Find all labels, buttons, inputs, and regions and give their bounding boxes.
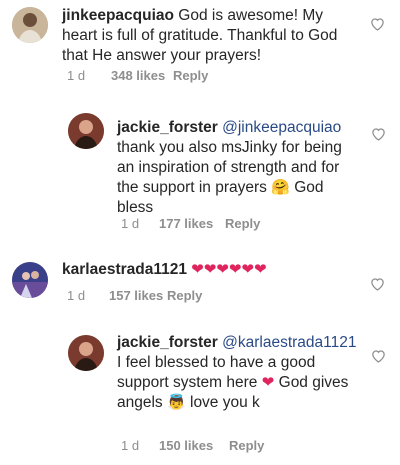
comment-item: jackie_forster @karlaestrada1121 I feel … [0,325,400,465]
likes-count[interactable]: 150 likes [159,438,229,453]
avatar-woman-icon[interactable] [12,7,48,43]
comment-username[interactable]: karlaestrada1121 [62,261,187,278]
comment-time: 1 d [121,438,140,453]
angel-emoji: 👼 [167,394,186,411]
comment-text: jackie_forster @jinkeepacquiao thank you… [117,118,362,218]
likes-count[interactable]: 157 likes [109,288,167,303]
heart-outline-icon[interactable] [371,127,386,141]
comment-username[interactable]: jinkeepacquiao [62,7,174,24]
comment-text: jackie_forster @karlaestrada1121 I feel … [117,333,362,413]
comment-meta: 1 d 150 likes Reply [121,438,264,453]
hugging-emoji: 🤗 [271,179,290,196]
comment-item: jackie_forster @jinkeepacquiao thank you… [0,100,400,240]
comment-text: karlaestrada1121 ❤❤❤❤❤❤ [62,260,362,280]
comment-meta: 1 d 157 likes Reply [67,288,202,303]
reply-button[interactable]: Reply [229,438,264,453]
heart-emoji: ❤ [261,374,275,391]
comment-text: jinkeepacquiao God is awesome! My heart … [62,6,352,66]
comment-item: jinkeepacquiao God is awesome! My heart … [0,0,400,90]
heart-outline-icon[interactable] [371,349,386,363]
reply-button[interactable]: Reply [225,216,260,231]
comment-time: 1 d [121,216,140,231]
heart-outline-icon[interactable] [370,17,385,31]
likes-count[interactable]: 348 likes [111,68,173,83]
reply-button[interactable]: Reply [167,288,202,303]
comment-time: 1 d [67,68,86,83]
comment-meta: 1 d 177 likes Reply [121,216,260,231]
mention-link[interactable]: @jinkeepacquiao [222,119,341,136]
likes-count[interactable]: 177 likes [159,216,225,231]
hearts-emoji: ❤❤❤❤❤❤ [191,261,267,278]
mention-link[interactable]: @karlaestrada1121 [222,334,356,351]
avatar-woman-icon[interactable] [68,113,104,149]
avatar-photo-icon[interactable] [12,262,48,298]
comment-body-last: love you k [185,394,260,411]
comment-username[interactable]: jackie_forster [117,119,218,136]
comment-item: karlaestrada1121 ❤❤❤❤❤❤ 1 d 157 likes Repl… [0,250,400,320]
heart-outline-icon[interactable] [370,277,385,291]
comment-meta: 1 d 348 likes Reply [67,68,208,83]
comment-username[interactable]: jackie_forster [117,334,218,351]
avatar-woman-icon[interactable] [68,335,104,371]
reply-button[interactable]: Reply [173,68,208,83]
comment-time: 1 d [67,288,86,303]
